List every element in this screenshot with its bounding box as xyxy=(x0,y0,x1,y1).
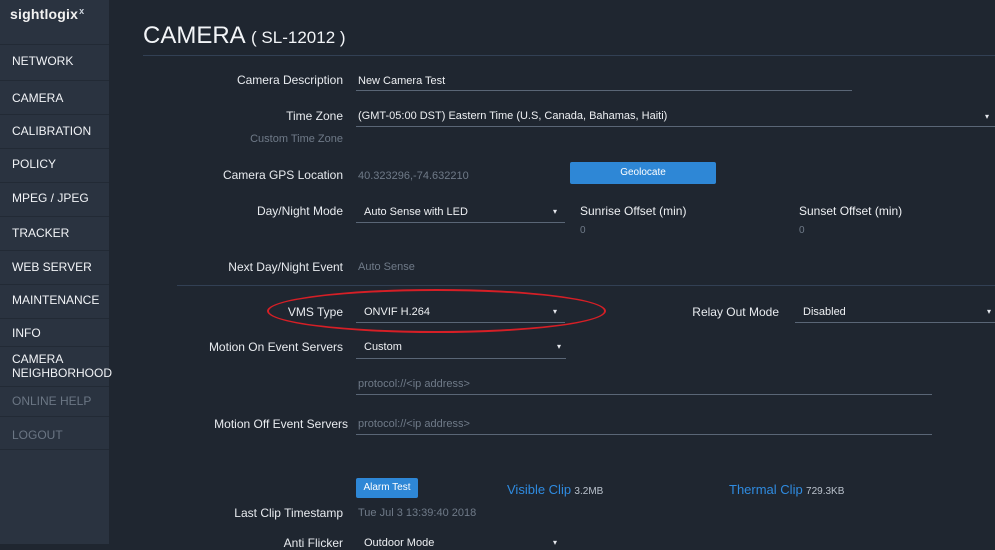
time-zone-underline xyxy=(356,126,995,127)
motion-off-servers-input[interactable]: protocol://<ip address> xyxy=(358,418,470,430)
custom-time-zone-label: Custom Time Zone xyxy=(250,133,343,145)
gps-location-label: Camera GPS Location xyxy=(222,168,343,182)
day-night-caret-icon[interactable]: ▾ xyxy=(553,207,557,216)
next-event-label: Next Day/Night Event xyxy=(228,260,343,274)
sidebar-item-camera-neighborhood[interactable]: CAMERA NEIGHBORHOOD xyxy=(0,346,112,386)
sidebar-item-info[interactable]: INFO xyxy=(0,318,109,346)
time-zone-label: Time Zone xyxy=(286,109,343,123)
sunrise-offset-input[interactable]: 0 xyxy=(580,225,586,236)
visible-clip: Visible Clip 3.2MB xyxy=(507,482,603,497)
sunset-offset-input[interactable]: 0 xyxy=(799,225,805,236)
last-clip-timestamp-value: Tue Jul 3 13:39:40 2018 xyxy=(358,507,477,519)
sidebar-item-calibration[interactable]: CALIBRATION xyxy=(0,114,109,148)
sidebar-item-maintenance[interactable]: MAINTENANCE xyxy=(0,284,109,318)
relay-out-underline xyxy=(795,322,995,323)
camera-description-input[interactable]: New Camera Test xyxy=(358,75,445,87)
alarm-test-button[interactable]: Alarm Test xyxy=(356,478,418,498)
gps-location-input[interactable]: 40.323296,-74.632210 xyxy=(358,170,469,182)
sidebar-item-policy[interactable]: POLICY xyxy=(0,148,109,182)
page-title-text: CAMERA xyxy=(143,22,245,49)
title-divider xyxy=(143,55,995,56)
day-night-mode-label: Day/Night Mode xyxy=(256,204,343,218)
camera-description-label: Camera Description xyxy=(236,73,343,87)
next-event-value: Auto Sense xyxy=(358,261,415,273)
day-night-mode-select[interactable]: Auto Sense with LED xyxy=(364,206,468,218)
motion-on-caret-icon[interactable]: ▾ xyxy=(557,342,561,351)
thermal-clip-link[interactable]: Thermal Clip xyxy=(729,482,803,497)
visible-clip-link[interactable]: Visible Clip xyxy=(507,482,571,497)
sunrise-offset-label: Sunrise Offset (min) xyxy=(580,204,687,218)
sidebar: sightlogix x NETWORK CAMERA CALIBRATION P… xyxy=(0,0,112,544)
sidebar-item-web-server[interactable]: WEB SERVER xyxy=(0,250,109,284)
vms-type-annotation-ellipse xyxy=(267,289,606,333)
day-night-underline xyxy=(356,222,565,223)
last-clip-timestamp-label: Last Clip Timestamp xyxy=(234,506,343,520)
anti-flicker-caret-icon[interactable]: ▾ xyxy=(553,538,557,547)
anti-flicker-select[interactable]: Outdoor Mode xyxy=(364,537,434,549)
time-zone-caret-icon[interactable]: ▾ xyxy=(985,112,989,121)
motion-on-input-underline xyxy=(356,394,932,395)
motion-on-select-underline xyxy=(356,358,566,359)
motion-off-input-underline xyxy=(356,434,932,435)
sidebar-item-network[interactable]: NETWORK xyxy=(0,44,109,80)
sidebar-item-camera[interactable]: CAMERA xyxy=(0,80,109,114)
relay-out-mode-select[interactable]: Disabled xyxy=(803,306,846,318)
motion-on-servers-select[interactable]: Custom xyxy=(364,341,402,353)
thermal-clip-size: 729.3KB xyxy=(806,486,845,497)
logo-mark: x xyxy=(79,6,85,16)
logo-text: sightlogix xyxy=(10,6,79,22)
relay-out-mode-label: Relay Out Mode xyxy=(692,305,779,319)
motion-off-servers-label: Motion Off Event Servers xyxy=(214,417,348,431)
visible-clip-size: 3.2MB xyxy=(574,486,604,497)
motion-on-servers-label: Motion On Event Servers xyxy=(208,340,343,354)
camera-description-underline xyxy=(356,90,852,91)
relay-out-caret-icon[interactable]: ▾ xyxy=(987,307,991,316)
sidebar-item-online-help[interactable]: ONLINE HELP xyxy=(0,386,109,416)
thermal-clip: Thermal Clip 729.3KB xyxy=(729,482,844,497)
page-title: CAMERA ( SL-12012 ) xyxy=(143,22,346,50)
page-subtitle: ( SL-12012 ) xyxy=(251,28,346,47)
section-divider xyxy=(177,285,995,286)
anti-flicker-label: Anti Flicker xyxy=(283,536,343,550)
sightlogix-logo: sightlogix x xyxy=(0,0,109,44)
sidebar-item-mpeg-jpeg[interactable]: MPEG / JPEG xyxy=(0,182,109,216)
main-content: CAMERA ( SL-12012 ) Camera Description N… xyxy=(109,0,995,550)
geolocate-button[interactable]: Geolocate xyxy=(570,162,716,184)
time-zone-select[interactable]: (GMT-05:00 DST) Eastern Time (U.S, Canad… xyxy=(358,110,667,122)
motion-on-servers-input[interactable]: protocol://<ip address> xyxy=(358,378,470,390)
sunset-offset-label: Sunset Offset (min) xyxy=(799,204,903,218)
sidebar-item-logout[interactable]: LOGOUT xyxy=(0,416,109,450)
sidebar-item-tracker[interactable]: TRACKER xyxy=(0,216,109,250)
